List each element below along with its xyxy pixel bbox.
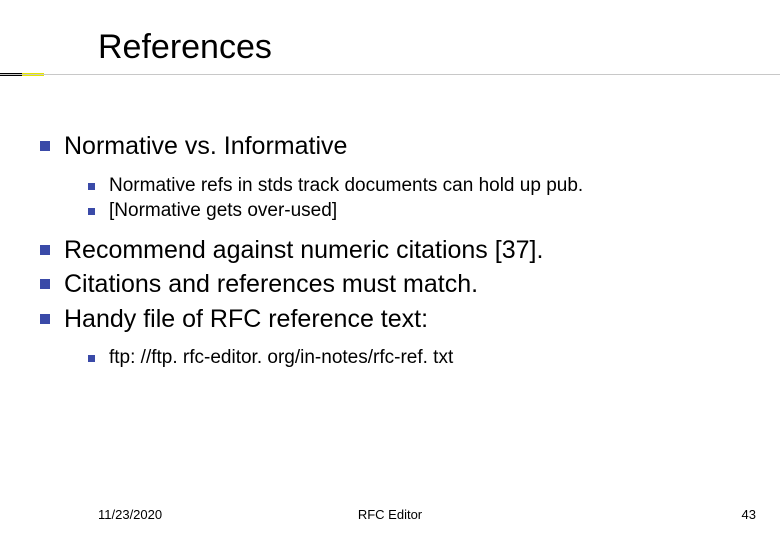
bullet-square-icon <box>40 245 50 255</box>
slide-title: References <box>98 28 780 67</box>
bullet-text: [Normative gets over-used] <box>109 198 337 224</box>
bullet-level2: [Normative gets over-used] <box>88 198 760 224</box>
content-area: Normative vs. Informative Normative refs… <box>40 130 760 377</box>
bullet-square-icon <box>40 314 50 324</box>
title-block: References <box>0 28 780 76</box>
bullet-square-icon <box>40 279 50 289</box>
footer-center: RFC Editor <box>358 507 422 522</box>
bullet-text: Normative refs in stds track documents c… <box>109 173 583 199</box>
bullet-square-icon <box>88 183 95 190</box>
bullet-text: Recommend against numeric citations [37]… <box>64 234 543 267</box>
footer-date: 11/23/2020 <box>98 507 162 522</box>
bullet-text: Handy file of RFC reference text: <box>64 303 428 336</box>
bullet-text: Citations and references must match. <box>64 268 478 301</box>
bullet-level1: Recommend against numeric citations [37]… <box>40 234 760 267</box>
bullet-text: Normative vs. Informative <box>64 130 347 163</box>
bullet-square-icon <box>88 208 95 215</box>
bullet-text: ftp: //ftp. rfc-editor. org/in-notes/rfc… <box>109 345 453 371</box>
footer-page: 43 <box>742 507 756 522</box>
bullet-level1: Handy file of RFC reference text: <box>40 303 760 336</box>
bullet-level2: ftp: //ftp. rfc-editor. org/in-notes/rfc… <box>88 345 760 371</box>
bullet-square-icon <box>88 355 95 362</box>
bullet-level1: Citations and references must match. <box>40 268 760 301</box>
footer: 11/23/2020 RFC Editor 43 <box>0 507 780 522</box>
bullet-level1: Normative vs. Informative <box>40 130 760 163</box>
bullet-square-icon <box>40 141 50 151</box>
bullet-level2: Normative refs in stds track documents c… <box>88 173 760 199</box>
title-underline <box>0 73 780 76</box>
